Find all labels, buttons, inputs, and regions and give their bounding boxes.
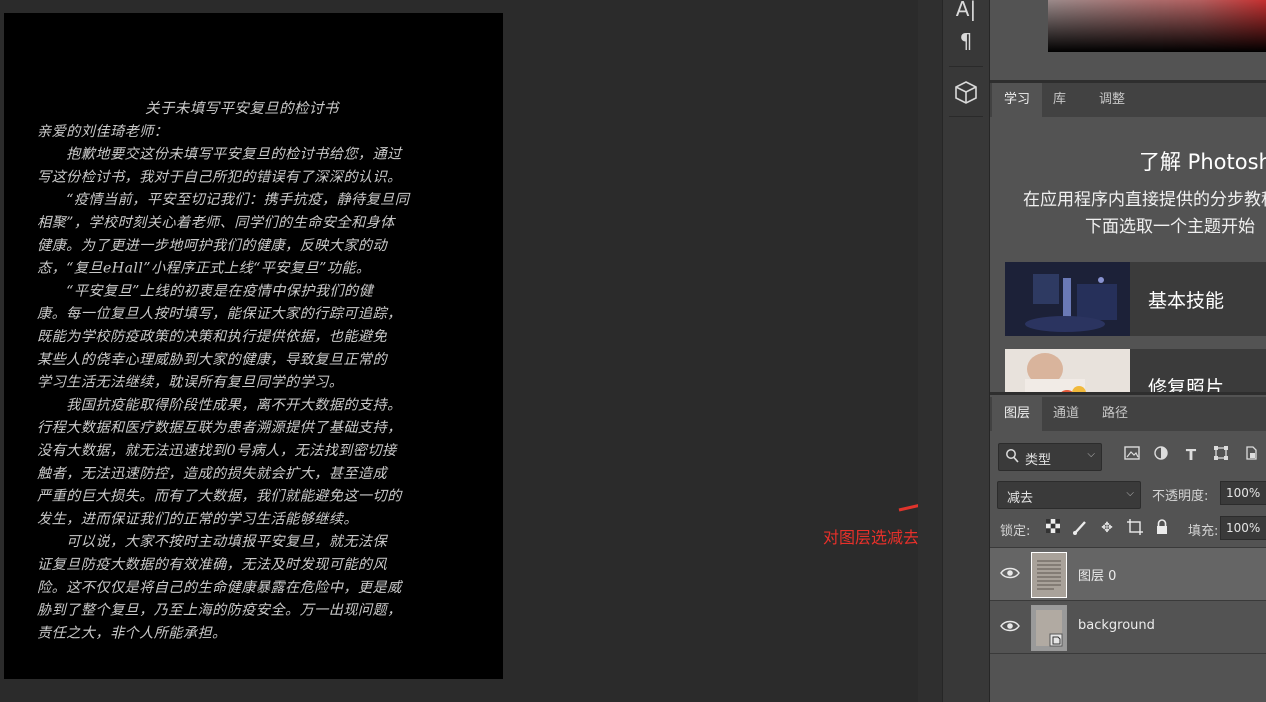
filter-type-label: 类型 [1025,453,1052,468]
image-filter-icon[interactable] [1122,445,1142,465]
lock-artboard-icon[interactable] [1126,519,1144,537]
document-canvas[interactable]: 关于未填写平安复旦的检讨书亲爱的刘佳琦老师： 抱歉地要交这份未填写平安复旦的检讨… [4,13,503,679]
annotation-label: 对图层选减去 [823,528,920,547]
document-text-line: 证复旦防疫大数据的有效准确，无法及时发现可能的风 [37,557,388,573]
type-filter-icon[interactable]: T [1181,445,1201,465]
document-text-line: 抱歉地要交这份未填写平安复旦的检讨书给您，通过 [37,146,403,163]
tab-paths[interactable]: 路径 [1090,397,1140,431]
layer-row[interactable]: 图层 0 [990,548,1266,600]
document-text-line: 行程大数据和医疗数据互联为患者溯源提供了基础支持， [37,420,402,436]
topic-label: 修复照片 [1148,377,1225,392]
visibility-eye-icon[interactable] [1000,565,1020,581]
tab-learn[interactable]: 学习 [992,83,1043,117]
lock-label: 锁定: [1000,524,1031,539]
learn-panel: 了解 Photoshop 在应用程序内直接提供的分步教程。 下面选取一个主题开始… [990,118,1266,392]
topic-fix-photo[interactable]: 修复照片 [1005,349,1266,392]
panel-gap [918,0,942,702]
tab-libraries[interactable]: 库 [1041,83,1078,117]
color-picker-field[interactable] [1048,0,1266,52]
fill-label: 填充: [1188,524,1219,539]
canvas-area[interactable]: 关于未填写平安复旦的检讨书亲爱的刘佳琦老师： 抱歉地要交这份未填写平安复旦的检讨… [0,0,995,702]
layer-name[interactable]: 图层 0 [1078,565,1116,584]
topic-label: 基本技能 [1148,290,1225,312]
learn-title: 了解 Photoshop [1139,150,1266,174]
layers-tabbar: 图层 通道 路径 [990,397,1266,431]
adjustment-filter-icon[interactable] [1151,445,1171,465]
opacity-label: 不透明度: [1152,489,1209,504]
document-text-line: 触者，无法迅速防控，造成的损失就会扩大，甚至造成 [37,466,389,482]
lock-transparent-pixels-icon[interactable] [1044,519,1062,537]
cube-icon [955,81,977,104]
layer-preview-icon [1032,553,1066,597]
document-text-line: 可以说，大家不按时主动填报平安复旦，就无法保 [37,533,389,550]
character-panel-icon[interactable]: A| [951,0,981,24]
lock-image-pixels-icon[interactable] [1071,519,1089,537]
layer-divider [990,653,1266,654]
document-text-line: 亲爱的刘佳琦老师： [37,124,168,140]
fill-input[interactable]: 100% [1220,516,1266,540]
document-text-line: 既能为学校防疫政策的决策和执行提供依据，也能避免 [37,328,388,345]
smart-object-thumbnail-icon [1032,606,1066,650]
document-text-line: 严重的巨大损失。而有了大数据，我们就能避免这一切的 [37,489,403,505]
learn-tabbar: 学习 库 调整 [990,83,1266,117]
document-text-line: 健康。为了更进一步地呵护我们的健康，反映大家的动 [37,237,389,254]
blend-mode-value: 减去 [1007,491,1034,506]
tab-channels[interactable]: 通道 [1041,397,1091,431]
document-text-line: 没有大数据，就无法迅速找到0号病人，无法找到密切接 [37,442,398,459]
document-text-line: 我国抗疫能取得阶段性成果，离不开大数据的支持。 [37,396,402,413]
lock-position-icon[interactable]: ✥ [1098,519,1116,537]
document-text-line: 康。每一位复旦人按时填写，能保证大家的行踪可追踪， [37,305,402,322]
document-text-layer: 关于未填写平安复旦的检讨书亲爱的刘佳琦老师： 抱歉地要交这份未填写平安复旦的检讨… [37,100,411,641]
document-text-line: 某些人的侥幸心理威胁到大家的健康，导致复旦正常的 [37,351,389,368]
opacity-input[interactable]: 100% [1220,481,1266,505]
document-text-line: 写这份检讨书，我对于自己所犯的错误有了深深的认识。 [37,168,402,185]
document-title-line: 关于未填写平安复旦的检讨书 [145,100,341,117]
chevron-down-icon: ⌵ [1126,488,1134,499]
document-text-line: 相聚”，学校时刻关心着老师、同学们的生命安全和身体 [37,214,396,231]
layer-filter-select[interactable]: 类型 ⌵ [998,443,1102,471]
topic-basic-skills[interactable]: 基本技能 [1005,262,1266,336]
panel-dock-toolbar: A| ¶ [942,0,990,702]
chevron-down-icon: ⌵ [1087,449,1095,460]
search-icon [1006,449,1019,463]
fix-photo-thumbnail-icon [1005,349,1130,392]
document-text-line: 险。这不仅仅是将自己的生命健康暴露在危险中，更是威 [37,579,403,596]
3d-panel-icon[interactable] [951,77,981,107]
tool-divider [949,116,983,117]
document-text-line: 胁到了整个复旦，乃至上海的防疫安全。万一出现问题， [37,602,402,619]
panel-divider [990,392,1266,395]
document-text-line: 责任之大，非个人所能承担。 [37,625,227,641]
tab-layers[interactable]: 图层 [992,397,1043,431]
layer-row[interactable]: background [990,601,1266,653]
layers-panel: 类型 ⌵ T 减去 ⌵ 不透明度: 100% 锁定: ✥ 填充: 100% 图层… [990,433,1266,702]
document-text-line: “平安复旦”上线的初衷是在疫情中保护我们的健 [37,282,375,299]
learn-description: 下面选取一个主题开始 [1085,217,1255,237]
color-panel [990,0,1266,80]
tool-divider [949,66,983,67]
tab-adjustments[interactable]: 调整 [1087,83,1137,117]
blend-mode-select[interactable]: 减去 ⌵ [997,481,1141,509]
layer-name[interactable]: background [1078,618,1155,633]
visibility-eye-icon[interactable] [1000,618,1020,634]
learn-description: 在应用程序内直接提供的分步教程。 [1023,190,1266,210]
document-text-line: 发生，进而保证我们的正常的学习生活能够继续。 [37,510,358,527]
paragraph-panel-icon[interactable]: ¶ [951,26,981,56]
right-panels: 学习 库 调整 了解 Photoshop 在应用程序内直接提供的分步教程。 下面… [990,0,1266,702]
document-text-line: “疫情当前，平安至切记我们：携手抗疫，静待复旦同 [37,191,411,208]
basic-skills-thumbnail-icon [1005,262,1130,336]
shape-filter-icon[interactable] [1211,445,1231,465]
layer-thumbnail [1031,605,1067,651]
document-text-line: 学习生活无法继续，耽误所有复旦同学的学习。 [37,374,343,391]
smart-object-filter-icon[interactable] [1241,445,1261,465]
layer-thumbnail [1031,552,1067,598]
document-text-line: 态，“复旦eHall”小程序正式上线“平安复旦”功能。 [37,261,371,277]
lock-all-icon[interactable] [1153,519,1171,537]
